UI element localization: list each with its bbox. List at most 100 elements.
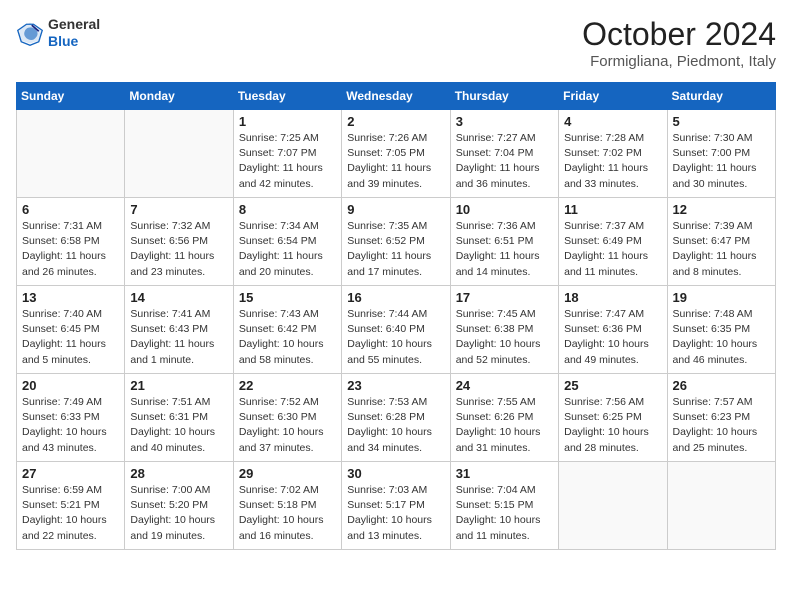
day-info: Sunrise: 7:45 AM Sunset: 6:38 PM Dayligh… (456, 307, 553, 368)
day-info: Sunrise: 7:28 AM Sunset: 7:02 PM Dayligh… (564, 131, 661, 192)
day-number: 11 (564, 202, 661, 217)
day-number: 7 (130, 202, 227, 217)
day-info: Sunrise: 7:00 AM Sunset: 5:20 PM Dayligh… (130, 483, 227, 544)
calendar-cell: 12 Sunrise: 7:39 AM Sunset: 6:47 PM Dayli… (667, 198, 775, 286)
week-row-4: 20 Sunrise: 7:49 AM Sunset: 6:33 PM Dayli… (17, 374, 776, 462)
calendar-cell (125, 110, 233, 198)
col-header-tuesday: Tuesday (233, 83, 341, 110)
day-number: 23 (347, 378, 444, 393)
day-number: 25 (564, 378, 661, 393)
day-number: 9 (347, 202, 444, 217)
col-header-friday: Friday (559, 83, 667, 110)
calendar-cell: 9 Sunrise: 7:35 AM Sunset: 6:52 PM Daylig… (342, 198, 450, 286)
col-header-sunday: Sunday (17, 83, 125, 110)
calendar-header-row: SundayMondayTuesdayWednesdayThursdayFrid… (17, 83, 776, 110)
calendar-cell: 26 Sunrise: 7:57 AM Sunset: 6:23 PM Dayli… (667, 374, 775, 462)
col-header-thursday: Thursday (450, 83, 558, 110)
day-info: Sunrise: 7:02 AM Sunset: 5:18 PM Dayligh… (239, 483, 336, 544)
calendar-cell: 16 Sunrise: 7:44 AM Sunset: 6:40 PM Dayli… (342, 286, 450, 374)
calendar-table: SundayMondayTuesdayWednesdayThursdayFrid… (16, 82, 776, 550)
day-number: 12 (673, 202, 770, 217)
day-info: Sunrise: 7:32 AM Sunset: 6:56 PM Dayligh… (130, 219, 227, 280)
calendar-cell: 25 Sunrise: 7:56 AM Sunset: 6:25 PM Dayli… (559, 374, 667, 462)
day-info: Sunrise: 7:34 AM Sunset: 6:54 PM Dayligh… (239, 219, 336, 280)
day-info: Sunrise: 7:35 AM Sunset: 6:52 PM Dayligh… (347, 219, 444, 280)
logo: General Blue (16, 16, 100, 50)
day-number: 31 (456, 466, 553, 481)
day-number: 13 (22, 290, 119, 305)
day-number: 2 (347, 114, 444, 129)
calendar-cell: 14Sunrise: 7:41 AM Sunset: 6:43 PM Dayli… (125, 286, 233, 374)
col-header-saturday: Saturday (667, 83, 775, 110)
week-row-5: 27 Sunrise: 6:59 AM Sunset: 5:21 PM Dayli… (17, 462, 776, 550)
calendar-cell: 31 Sunrise: 7:04 AM Sunset: 5:15 PM Dayli… (450, 462, 558, 550)
day-number: 28 (130, 466, 227, 481)
day-info: Sunrise: 7:26 AM Sunset: 7:05 PM Dayligh… (347, 131, 444, 192)
calendar-cell (667, 462, 775, 550)
calendar-cell: 2 Sunrise: 7:26 AM Sunset: 7:05 PM Daylig… (342, 110, 450, 198)
day-info: Sunrise: 7:55 AM Sunset: 6:26 PM Dayligh… (456, 395, 553, 456)
day-number: 27 (22, 466, 119, 481)
day-info: Sunrise: 7:51 AM Sunset: 6:31 PM Dayligh… (130, 395, 227, 456)
day-info: Sunrise: 7:25 AM Sunset: 7:07 PM Dayligh… (239, 131, 336, 192)
day-number: 4 (564, 114, 661, 129)
calendar-cell: 20 Sunrise: 7:49 AM Sunset: 6:33 PM Dayli… (17, 374, 125, 462)
day-info: Sunrise: 7:40 AM Sunset: 6:45 PM Dayligh… (22, 307, 119, 368)
calendar-cell: 7 Sunrise: 7:32 AM Sunset: 6:56 PM Daylig… (125, 198, 233, 286)
calendar-cell: 28 Sunrise: 7:00 AM Sunset: 5:20 PM Dayli… (125, 462, 233, 550)
calendar-cell: 15 Sunrise: 7:43 AM Sunset: 6:42 PM Dayli… (233, 286, 341, 374)
col-header-monday: Monday (125, 83, 233, 110)
calendar-cell (559, 462, 667, 550)
day-info: Sunrise: 7:48 AM Sunset: 6:35 PM Dayligh… (673, 307, 770, 368)
calendar-cell: 18Sunrise: 7:47 AM Sunset: 6:36 PM Dayli… (559, 286, 667, 374)
calendar-cell: 8 Sunrise: 7:34 AM Sunset: 6:54 PM Daylig… (233, 198, 341, 286)
day-info: Sunrise: 7:47 AM Sunset: 6:36 PM Dayligh… (564, 307, 661, 368)
month-title: October 2024 (582, 16, 776, 53)
day-info: Sunrise: 7:41 AM Sunset: 6:43 PM Dayligh… (130, 307, 227, 368)
day-info: Sunrise: 7:56 AM Sunset: 6:25 PM Dayligh… (564, 395, 661, 456)
day-number: 6 (22, 202, 119, 217)
calendar-cell: 24 Sunrise: 7:55 AM Sunset: 6:26 PM Dayli… (450, 374, 558, 462)
logo-general-text: General (48, 16, 100, 33)
week-row-3: 13 Sunrise: 7:40 AM Sunset: 6:45 PM Dayli… (17, 286, 776, 374)
day-number: 10 (456, 202, 553, 217)
calendar-cell: 22Sunrise: 7:52 AM Sunset: 6:30 PM Dayli… (233, 374, 341, 462)
week-row-1: 1 Sunrise: 7:25 AM Sunset: 7:07 PM Daylig… (17, 110, 776, 198)
day-info: Sunrise: 6:59 AM Sunset: 5:21 PM Dayligh… (22, 483, 119, 544)
page-header: General Blue October 2024 Formigliana, P… (16, 16, 776, 70)
day-number: 20 (22, 378, 119, 393)
day-number: 17 (456, 290, 553, 305)
calendar-cell: 30Sunrise: 7:03 AM Sunset: 5:17 PM Dayli… (342, 462, 450, 550)
calendar-cell: 1 Sunrise: 7:25 AM Sunset: 7:07 PM Daylig… (233, 110, 341, 198)
calendar-cell: 4 Sunrise: 7:28 AM Sunset: 7:02 PM Daylig… (559, 110, 667, 198)
day-info: Sunrise: 7:57 AM Sunset: 6:23 PM Dayligh… (673, 395, 770, 456)
day-info: Sunrise: 7:49 AM Sunset: 6:33 PM Dayligh… (22, 395, 119, 456)
day-info: Sunrise: 7:43 AM Sunset: 6:42 PM Dayligh… (239, 307, 336, 368)
day-number: 24 (456, 378, 553, 393)
calendar-cell: 3Sunrise: 7:27 AM Sunset: 7:04 PM Daylig… (450, 110, 558, 198)
week-row-2: 6Sunrise: 7:31 AM Sunset: 6:58 PM Daylig… (17, 198, 776, 286)
day-info: Sunrise: 7:27 AM Sunset: 7:04 PM Dayligh… (456, 131, 553, 192)
calendar-cell: 17 Sunrise: 7:45 AM Sunset: 6:38 PM Dayli… (450, 286, 558, 374)
day-number: 29 (239, 466, 336, 481)
location: Formigliana, Piedmont, Italy (582, 53, 776, 70)
day-number: 1 (239, 114, 336, 129)
day-info: Sunrise: 7:53 AM Sunset: 6:28 PM Dayligh… (347, 395, 444, 456)
day-number: 15 (239, 290, 336, 305)
calendar-cell: 23 Sunrise: 7:53 AM Sunset: 6:28 PM Dayli… (342, 374, 450, 462)
day-info: Sunrise: 7:30 AM Sunset: 7:00 PM Dayligh… (673, 131, 770, 192)
calendar-cell: 21 Sunrise: 7:51 AM Sunset: 6:31 PM Dayli… (125, 374, 233, 462)
day-number: 30 (347, 466, 444, 481)
day-number: 8 (239, 202, 336, 217)
day-info: Sunrise: 7:36 AM Sunset: 6:51 PM Dayligh… (456, 219, 553, 280)
calendar-cell: 13 Sunrise: 7:40 AM Sunset: 6:45 PM Dayli… (17, 286, 125, 374)
calendar-cell: 5Sunrise: 7:30 AM Sunset: 7:00 PM Daylig… (667, 110, 775, 198)
day-number: 21 (130, 378, 227, 393)
day-info: Sunrise: 7:44 AM Sunset: 6:40 PM Dayligh… (347, 307, 444, 368)
day-number: 16 (347, 290, 444, 305)
day-number: 26 (673, 378, 770, 393)
day-info: Sunrise: 7:39 AM Sunset: 6:47 PM Dayligh… (673, 219, 770, 280)
calendar-cell: 27 Sunrise: 6:59 AM Sunset: 5:21 PM Dayli… (17, 462, 125, 550)
day-info: Sunrise: 7:04 AM Sunset: 5:15 PM Dayligh… (456, 483, 553, 544)
day-number: 22 (239, 378, 336, 393)
